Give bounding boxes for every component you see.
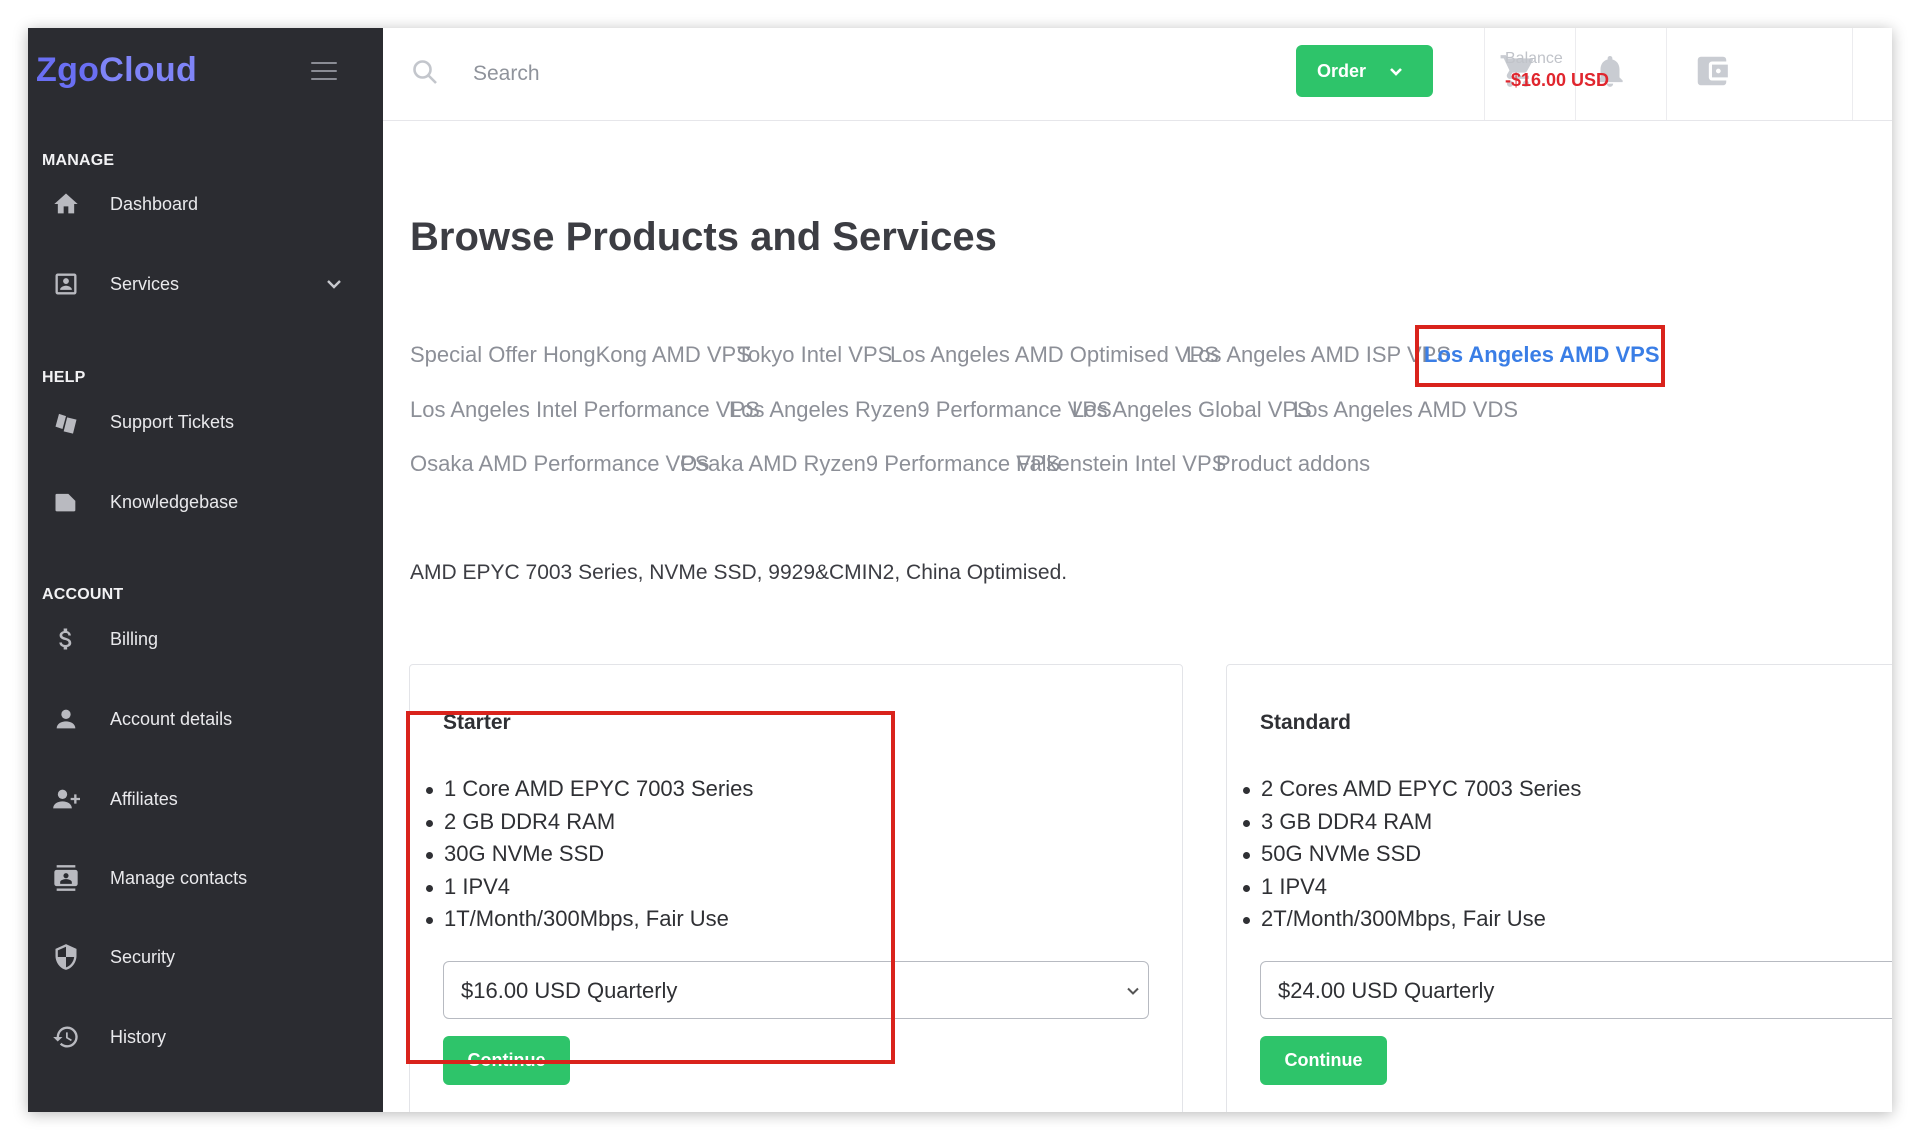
billing-cycle-select[interactable]: $16.00 USD Quarterly [443, 961, 1149, 1019]
category-link-la-amd-vds[interactable]: Los Angeles AMD VDS [1293, 397, 1518, 423]
sidebar-item-label: Security [110, 947, 176, 967]
sidebar-item-label: History [110, 1027, 167, 1047]
sidebar-item-dashboard[interactable]: Dashboard [28, 180, 383, 228]
divider [1852, 28, 1853, 120]
user-plus-icon [52, 785, 80, 813]
feature-item: 1 IPV4 [1242, 871, 1581, 904]
id-card-icon [52, 270, 80, 298]
feature-item: 1T/Month/300Mbps, Fair Use [425, 903, 753, 936]
continue-button[interactable]: Continue [1260, 1036, 1387, 1085]
feature-list: 2 Cores AMD EPYC 7003 Series 3 GB DDR4 R… [1242, 773, 1581, 936]
search-icon [411, 58, 439, 86]
sidebar-item-label: Services [110, 274, 180, 294]
sidebar-item-label: Account details [110, 709, 233, 729]
brand-logo[interactable]: ZgoCloud [36, 51, 197, 90]
sidebar-item-label: Knowledgebase [110, 492, 239, 512]
dollar-icon [52, 625, 80, 653]
sidebar-item-manage-contacts[interactable]: Manage contacts [28, 854, 383, 902]
sidebar-item-services[interactable]: Services [28, 260, 383, 308]
product-card-standard: Standard 2 Cores AMD EPYC 7003 Series 3 … [1226, 664, 1892, 1112]
sidebar-item-knowledgebase[interactable]: Knowledgebase [28, 478, 383, 526]
category-link-falkenstein-intel-vps[interactable]: Falkenstein Intel VPS [1016, 451, 1226, 477]
sidebar-item-support-tickets[interactable]: Support Tickets [28, 398, 383, 446]
sidebar-item-label: Support Tickets [110, 412, 235, 432]
continue-button[interactable]: Continue [443, 1036, 570, 1085]
contacts-icon [52, 864, 80, 892]
feature-item: 3 GB DDR4 RAM [1242, 806, 1581, 839]
wallet-icon[interactable] [1693, 52, 1731, 90]
feature-item: 1 IPV4 [425, 871, 753, 904]
sidebar-item-label: Affiliates [110, 789, 178, 809]
category-link-la-global-vps[interactable]: Los Angeles Global VPS [1072, 397, 1312, 423]
home-icon [52, 190, 80, 218]
sidebar-item-history[interactable]: History [28, 1013, 383, 1061]
page-title: Browse Products and Services [410, 215, 997, 259]
user-icon [52, 705, 80, 733]
category-link-special-offer[interactable]: Special Offer [410, 342, 537, 368]
brand-logo-part1: Zgo [36, 51, 100, 89]
brand-logo-part2: Cloud [99, 51, 198, 89]
sidebar-item-label: Dashboard [110, 194, 199, 214]
category-link-la-intel-performance-vps[interactable]: Los Angeles Intel Performance VPS [410, 397, 760, 423]
balance-value: -$16.00 USD [1505, 70, 1610, 90]
sidebar-item-label: Manage contacts [110, 868, 248, 888]
feature-item: 1 Core AMD EPYC 7003 Series [425, 773, 753, 806]
balance-label: Balance [1505, 50, 1563, 67]
sidebar-item-affiliates[interactable]: Affiliates [28, 775, 383, 823]
shield-icon [52, 943, 80, 971]
category-link-osaka-amd-ryzen9-performance-vps[interactable]: Osaka AMD Ryzen9 Performance VPS [680, 451, 1060, 477]
history-icon [52, 1023, 80, 1051]
chevron-down-icon [1126, 984, 1140, 998]
feature-item: 2T/Month/300Mbps, Fair Use [1242, 903, 1581, 936]
category-link-la-amd-optimised-vps[interactable]: Los Angeles AMD Optimised VPS [890, 342, 1219, 368]
feature-item: 2 GB DDR4 RAM [425, 806, 753, 839]
category-link-product-addons[interactable]: Product addons [1216, 451, 1370, 477]
sidebar-section-account: ACCOUNT [42, 586, 124, 603]
category-link-la-amd-vps[interactable]: Los Angeles AMD VPS [1424, 342, 1660, 368]
product-name: Standard [1260, 711, 1352, 734]
order-dropdown-button[interactable]: Order [1296, 45, 1433, 97]
top-bar: Order Balance -$16.00 USD [383, 28, 1892, 121]
category-link-la-ryzen9-performance-vps[interactable]: Los Angeles Ryzen9 Performance VPS [729, 397, 1112, 423]
category-link-tokyo-intel-vps[interactable]: Tokyo Intel VPS [737, 342, 892, 368]
divider [1666, 28, 1667, 120]
product-name: Starter [443, 711, 511, 734]
billing-cycle-value: $16.00 USD Quarterly [461, 978, 678, 1003]
sidebar-item-account-details[interactable]: Account details [28, 695, 383, 743]
app-window: ZgoCloud MANAGE Dashboard Services HELP … [28, 28, 1892, 1112]
category-link-hongkong-amd-vps[interactable]: HongKong AMD VPS [543, 342, 751, 368]
menu-toggle-icon[interactable] [311, 62, 337, 80]
billing-cycle-select[interactable]: $24.00 USD Quarterly [1260, 961, 1892, 1019]
chevron-down-icon[interactable] [324, 274, 344, 294]
folder-icon [52, 488, 80, 516]
product-card-starter: Starter 1 Core AMD EPYC 7003 Series 2 GB… [409, 664, 1183, 1112]
divider [1484, 28, 1485, 120]
feature-item: 30G NVMe SSD [425, 838, 753, 871]
feature-item: 50G NVMe SSD [1242, 838, 1581, 871]
category-link-la-amd-isp-vps[interactable]: Los Angeles AMD ISP VPS [1186, 342, 1451, 368]
sidebar-item-label: Billing [110, 629, 159, 649]
billing-cycle-value: $24.00 USD Quarterly [1278, 978, 1495, 1003]
main-content: Browse Products and Services Special Off… [383, 121, 1892, 1112]
sidebar: ZgoCloud MANAGE Dashboard Services HELP … [28, 28, 383, 1112]
chevron-down-icon [1388, 63, 1404, 79]
category-link-osaka-amd-performance-vps[interactable]: Osaka AMD Performance VPS [410, 451, 710, 477]
order-button-label: Order [1317, 61, 1367, 81]
sidebar-item-billing[interactable]: Billing [28, 615, 383, 663]
category-description: AMD EPYC 7003 Series, NVMe SSD, 9929&CMI… [410, 561, 1068, 584]
sidebar-section-manage: MANAGE [42, 152, 115, 169]
feature-item: 2 Cores AMD EPYC 7003 Series [1242, 773, 1581, 806]
ticket-icon [52, 408, 80, 436]
sidebar-section-help: HELP [42, 369, 86, 386]
search-input[interactable] [471, 54, 1035, 94]
feature-list: 1 Core AMD EPYC 7003 Series 2 GB DDR4 RA… [425, 773, 753, 936]
sidebar-item-security[interactable]: Security [28, 933, 383, 981]
